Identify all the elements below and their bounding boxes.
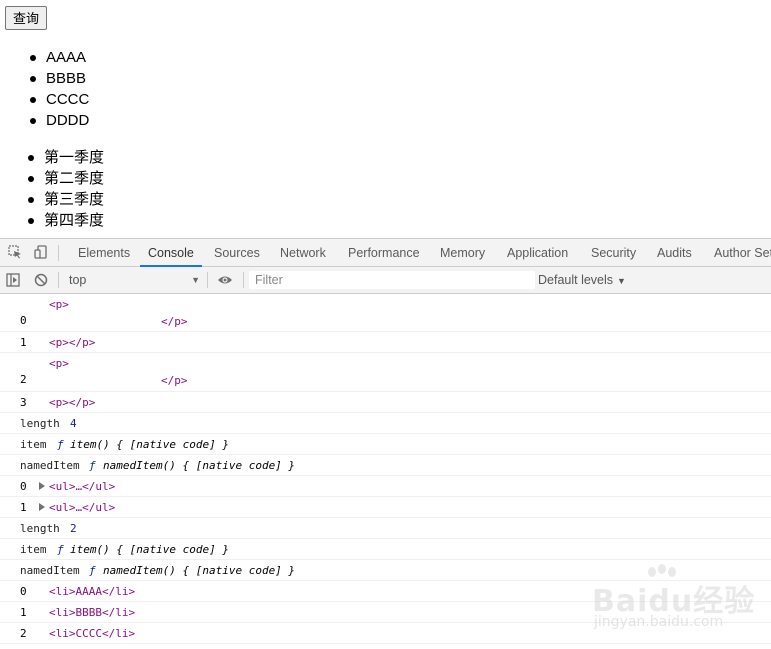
- console-row[interactable]: item ƒ item() { [native code] }: [0, 434, 771, 455]
- tab-memory[interactable]: Memory: [440, 239, 485, 266]
- tab-sources[interactable]: Sources: [214, 239, 260, 266]
- li-element[interactable]: <li>CCCC</li>: [49, 627, 135, 640]
- list-item: 第二季度: [27, 170, 105, 187]
- length-label: length: [20, 522, 60, 535]
- console-row[interactable]: namedItem ƒ namedItem() { [native code] …: [0, 455, 771, 476]
- clear-console-icon[interactable]: [34, 273, 48, 287]
- tab-security[interactable]: Security: [591, 239, 636, 266]
- expand-triangle-icon[interactable]: [39, 503, 45, 511]
- console-row[interactable]: 0 <ul>…</ul>: [0, 476, 771, 497]
- tab-console[interactable]: Console: [140, 239, 202, 267]
- divider: [58, 245, 59, 261]
- console-row[interactable]: 1 <ul>…</ul>: [0, 497, 771, 518]
- row-index: 3: [20, 396, 27, 409]
- function-icon: ƒ: [57, 543, 64, 556]
- list-item: BBBB: [29, 68, 89, 89]
- item-label: item: [20, 543, 47, 556]
- sidebar-toggle-icon[interactable]: [6, 273, 20, 287]
- device-toolbar-icon[interactable]: [34, 245, 48, 259]
- list-item: 第一季度: [27, 149, 105, 166]
- row-index: 0: [20, 585, 27, 598]
- context-value: top: [69, 273, 87, 287]
- console-row[interactable]: <p> 2 </p>: [0, 353, 771, 392]
- query-button[interactable]: 查询: [5, 6, 47, 30]
- divider: [58, 272, 59, 288]
- watermark-url: jingyan.baidu.com: [594, 614, 724, 630]
- divider: [243, 272, 244, 288]
- inspect-element-icon[interactable]: [8, 245, 22, 259]
- expand-triangle-icon[interactable]: [39, 482, 45, 490]
- function-icon: ƒ: [89, 564, 96, 577]
- nameditem-function: namedItem() { [native code] }: [103, 459, 296, 472]
- p-open-tag: <p>: [49, 298, 69, 311]
- length-label: length: [20, 417, 60, 430]
- context-selector[interactable]: top ▼: [66, 271, 206, 289]
- list-item: DDDD: [29, 112, 90, 129]
- row-index: 2: [20, 373, 27, 386]
- web-page: 查询 AAAA BBBB CCCC DDDD 第一季度 第二季度 第三季度 第四…: [0, 0, 771, 238]
- dropdown-arrow-icon: ▼: [617, 276, 626, 286]
- filter-input[interactable]: [249, 271, 535, 289]
- console-row[interactable]: 3 <p></p>: [0, 392, 771, 413]
- devtools-tabbar: Elements Console Sources Network Perform…: [0, 239, 771, 267]
- p-open-tag: <p>: [49, 357, 69, 370]
- tab-elements[interactable]: Elements: [78, 239, 130, 266]
- p-element: <p></p>: [49, 396, 96, 409]
- log-levels-dropdown[interactable]: Default levels ▼: [538, 271, 626, 289]
- quarters-list: 第一季度 第二季度 第三季度 第四季度: [0, 147, 104, 231]
- list-item: CCCC: [29, 91, 90, 108]
- nameditem-function: namedItem() { [native code] }: [103, 564, 296, 577]
- p-element: <p></p>: [49, 336, 96, 349]
- row-index: 0: [20, 314, 27, 327]
- row-index: 0: [20, 480, 27, 493]
- tab-network[interactable]: Network: [280, 239, 326, 266]
- length-value: 4: [70, 417, 77, 430]
- ul-element[interactable]: <ul>…</ul>: [49, 480, 115, 493]
- item-label: item: [20, 438, 47, 451]
- letters-list: AAAA BBBB CCCC DDDD: [2, 47, 89, 131]
- item-function: item() { [native code] }: [70, 438, 229, 451]
- console-row[interactable]: <p> 0 </p>: [0, 294, 771, 332]
- console-row[interactable]: item ƒ item() { [native code] }: [0, 539, 771, 560]
- li-element[interactable]: <li>AAAA</li>: [49, 585, 135, 598]
- tab-author-settings[interactable]: Author Set: [714, 239, 771, 266]
- row-index: 1: [20, 606, 27, 619]
- list-item: AAAA: [29, 47, 89, 68]
- p-close-tag: </p>: [161, 315, 188, 328]
- nameditem-label: namedItem: [20, 564, 80, 577]
- length-value: 2: [70, 522, 77, 535]
- tab-application[interactable]: Application: [507, 239, 568, 266]
- console-row[interactable]: length 2: [0, 518, 771, 539]
- tab-performance[interactable]: Performance: [348, 239, 420, 266]
- list-item: 第三季度: [27, 191, 105, 208]
- li-element[interactable]: <li>BBBB</li>: [49, 606, 135, 619]
- baidu-watermark: Baidu经验 jingyan.baidu.com: [592, 564, 767, 634]
- levels-label: Default levels: [538, 273, 614, 287]
- console-toolbar: top ▼ Default levels▼: [0, 267, 771, 294]
- tab-audits[interactable]: Audits: [657, 239, 692, 266]
- function-icon: ƒ: [89, 459, 96, 472]
- nameditem-label: namedItem: [20, 459, 80, 472]
- console-row[interactable]: length 4: [0, 413, 771, 434]
- row-index: 1: [20, 336, 27, 349]
- ul-element[interactable]: <ul>…</ul>: [49, 501, 115, 514]
- function-icon: ƒ: [57, 438, 64, 451]
- live-expression-eye-icon[interactable]: [217, 273, 233, 287]
- console-row[interactable]: 1 <p></p>: [0, 332, 771, 353]
- p-close-tag: </p>: [161, 374, 188, 387]
- list-item: 第四季度: [27, 212, 105, 229]
- item-function: item() { [native code] }: [70, 543, 229, 556]
- row-index: 2: [20, 627, 27, 640]
- divider: [207, 272, 208, 288]
- row-index: 1: [20, 501, 27, 514]
- dropdown-arrow-icon: ▼: [191, 275, 200, 285]
